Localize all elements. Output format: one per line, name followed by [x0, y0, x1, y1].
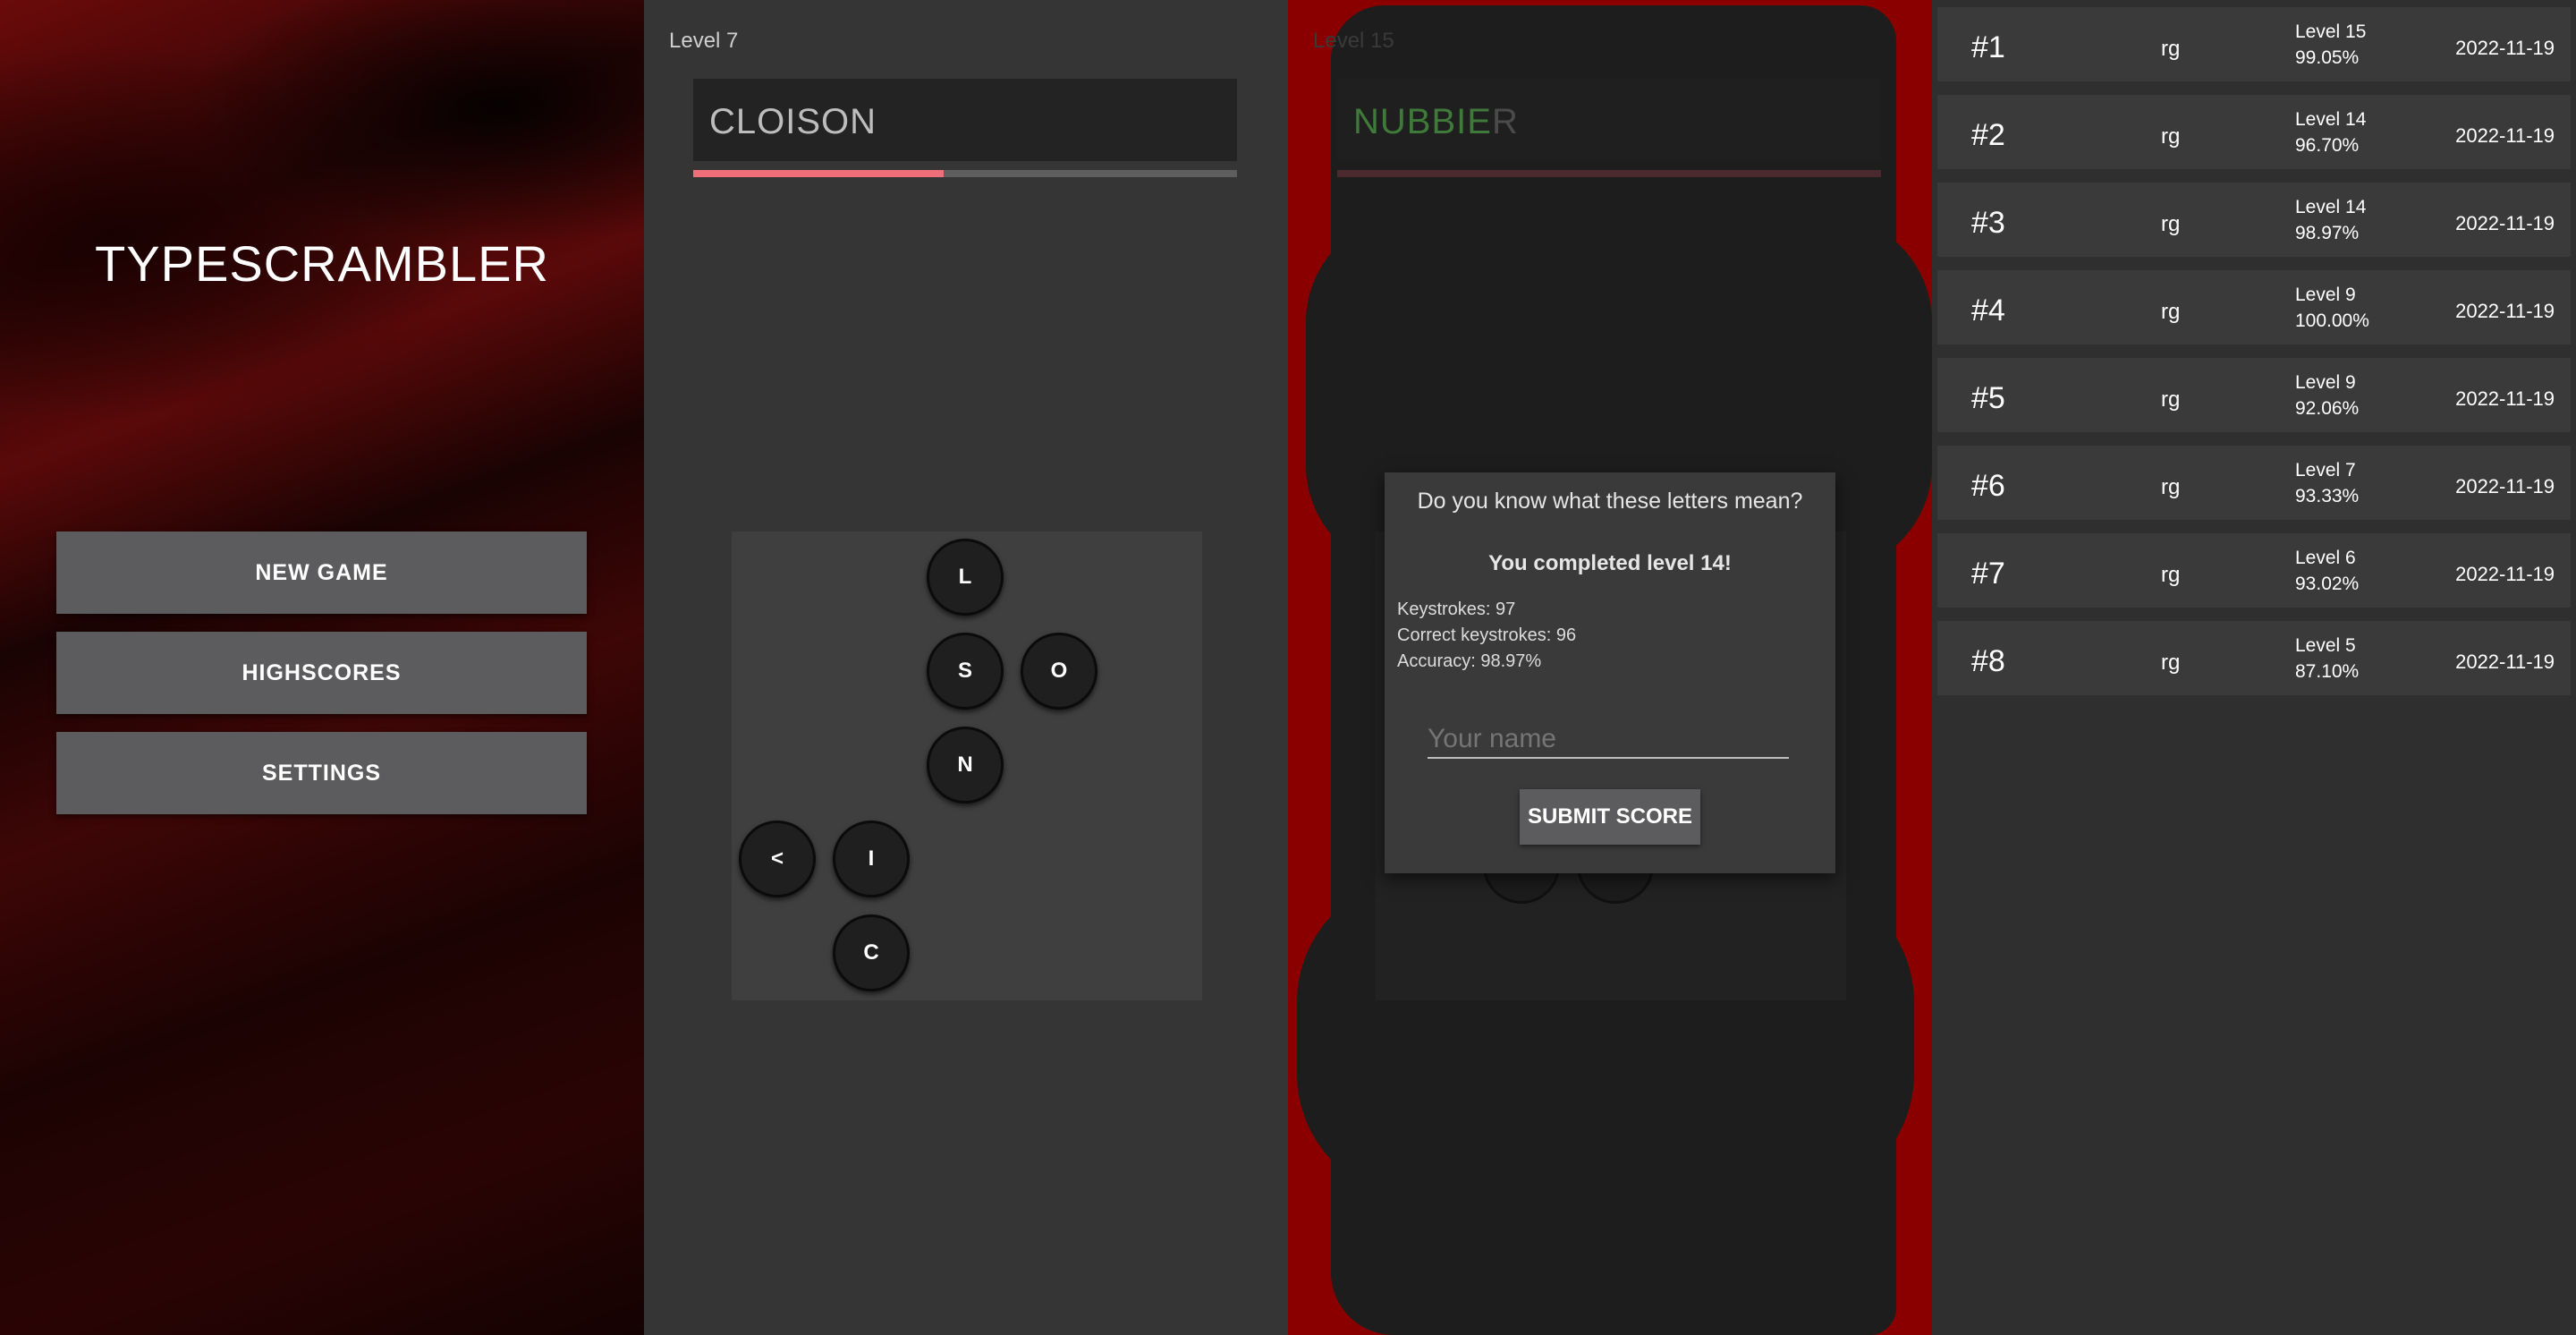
- new-game-button[interactable]: NEW GAME: [56, 531, 587, 614]
- correct-keystrokes-stat: Correct keystrokes: 96: [1397, 625, 1577, 645]
- highscore-name: rg: [2161, 387, 2181, 412]
- highscore-rank: #3: [1971, 206, 2005, 240]
- settings-button[interactable]: SETTINGS: [56, 732, 587, 814]
- highscore-name: rg: [2161, 563, 2181, 587]
- highscore-accuracy: 93.33%: [2295, 486, 2360, 506]
- highscore-accuracy: 99.05%: [2295, 47, 2360, 68]
- highscore-row: #1 rg Level 15 99.05% 2022-11-19: [1937, 7, 2571, 81]
- accuracy-stat: Accuracy: 98.97%: [1397, 651, 1542, 671]
- highscore-name: rg: [2161, 650, 2181, 675]
- game-over-screen: Level 15 NUBBIER Do you know what these …: [1288, 0, 1932, 1335]
- highscore-row: #7 rg Level 6 93.02% 2022-11-19: [1937, 533, 2571, 608]
- highscore-date: 2022-11-19: [2455, 124, 2555, 147]
- highscore-accuracy: 100.00%: [2295, 310, 2369, 331]
- keystrokes-stat: Keystrokes: 97: [1397, 599, 1516, 619]
- key-c[interactable]: C: [833, 914, 910, 991]
- highscore-row: #8 rg Level 5 87.10% 2022-11-19: [1937, 621, 2571, 695]
- game-screen: Level 7 CLOISON L S O N < I C: [644, 0, 1288, 1335]
- highscore-date: 2022-11-19: [2455, 475, 2555, 497]
- dialog-question: Do you know what these letters mean?: [1417, 489, 1803, 514]
- highscore-row: #4 rg Level 9 100.00% 2022-11-19: [1937, 270, 2571, 344]
- highscore-level: Level 5: [2295, 635, 2356, 656]
- highscore-date: 2022-11-19: [2455, 650, 2555, 673]
- key-o[interactable]: O: [1021, 633, 1097, 710]
- highscore-name: rg: [2161, 37, 2181, 61]
- highscore-rank: #4: [1971, 293, 2005, 327]
- level-label: Level 15: [1313, 29, 1394, 53]
- key-s[interactable]: S: [927, 633, 1004, 710]
- word-display: CLOISON: [693, 79, 1237, 161]
- highscore-level: Level 14: [2295, 109, 2367, 130]
- highscore-date: 2022-11-19: [2455, 300, 2555, 322]
- correct-letters: NUBBIE: [1353, 102, 1492, 141]
- highscore-name: rg: [2161, 124, 2181, 149]
- highscore-name: rg: [2161, 475, 2181, 499]
- dialog-completed-text: You completed level 14!: [1488, 551, 1732, 575]
- level-complete-dialog: Do you know what these letters mean? You…: [1385, 472, 1835, 873]
- key-l[interactable]: L: [927, 539, 1004, 616]
- highscore-rank: #7: [1971, 557, 2005, 591]
- main-menu-screen: TYPESCRAMBLER NEW GAME HIGHSCORES SETTIN…: [0, 0, 644, 1335]
- backspace-key[interactable]: <: [739, 821, 816, 897]
- highscore-accuracy: 87.10%: [2295, 661, 2360, 682]
- highscore-level: Level 14: [2295, 197, 2367, 217]
- highscore-row: #6 rg Level 7 93.33% 2022-11-19: [1937, 446, 2571, 520]
- highscore-row: #3 rg Level 14 98.97% 2022-11-19: [1937, 183, 2571, 257]
- highscore-date: 2022-11-19: [2455, 563, 2555, 585]
- highscore-row: #2 rg Level 14 96.70% 2022-11-19: [1937, 95, 2571, 169]
- highscore-name: rg: [2161, 212, 2181, 236]
- highscore-level: Level 6: [2295, 548, 2356, 568]
- highscore-accuracy: 93.02%: [2295, 574, 2360, 594]
- highscore-rank: #6: [1971, 469, 2005, 503]
- key-i[interactable]: I: [833, 821, 910, 897]
- highscores-button[interactable]: HIGHSCORES: [56, 632, 587, 714]
- highscore-accuracy: 98.97%: [2295, 223, 2360, 243]
- remaining-letters: R: [1491, 102, 1519, 141]
- highscore-level: Level 9: [2295, 285, 2356, 305]
- level-label: Level 7: [669, 29, 739, 53]
- submit-score-button[interactable]: SUBMIT SCORE: [1520, 789, 1700, 845]
- highscore-accuracy: 96.70%: [2295, 135, 2360, 156]
- word-display: NUBBIER: [1337, 79, 1881, 161]
- progress-fill: [693, 170, 944, 177]
- key-n[interactable]: N: [927, 727, 1004, 804]
- highscore-level: Level 7: [2295, 460, 2356, 480]
- highscore-date: 2022-11-19: [2455, 387, 2555, 410]
- scrambled-word: CLOISON: [709, 102, 877, 141]
- highscore-rank: #1: [1971, 30, 2005, 64]
- highscore-row: #5 rg Level 9 92.06% 2022-11-19: [1937, 358, 2571, 432]
- level-progress-bar: [1337, 170, 1881, 177]
- highscore-rank: #8: [1971, 644, 2005, 678]
- letter-keypad: L S O N < I C: [732, 531, 1202, 1000]
- highscore-rank: #2: [1971, 118, 2005, 152]
- highscore-level: Level 9: [2295, 372, 2356, 393]
- highscore-date: 2022-11-19: [2455, 37, 2555, 59]
- player-name-input[interactable]: [1428, 721, 1789, 759]
- highscore-accuracy: 92.06%: [2295, 398, 2360, 419]
- solved-word: NUBBIER: [1353, 102, 1519, 142]
- highscores-screen: #1 rg Level 15 99.05% 2022-11-19 #2 rg Level 14…: [1932, 0, 2576, 1335]
- highscore-date: 2022-11-19: [2455, 212, 2555, 234]
- level-progress-bar: [693, 170, 1237, 177]
- app-title: TYPESCRAMBLER: [95, 235, 549, 292]
- highscore-level: Level 15: [2295, 21, 2367, 42]
- highscore-rank: #5: [1971, 381, 2005, 415]
- highscore-name: rg: [2161, 300, 2181, 324]
